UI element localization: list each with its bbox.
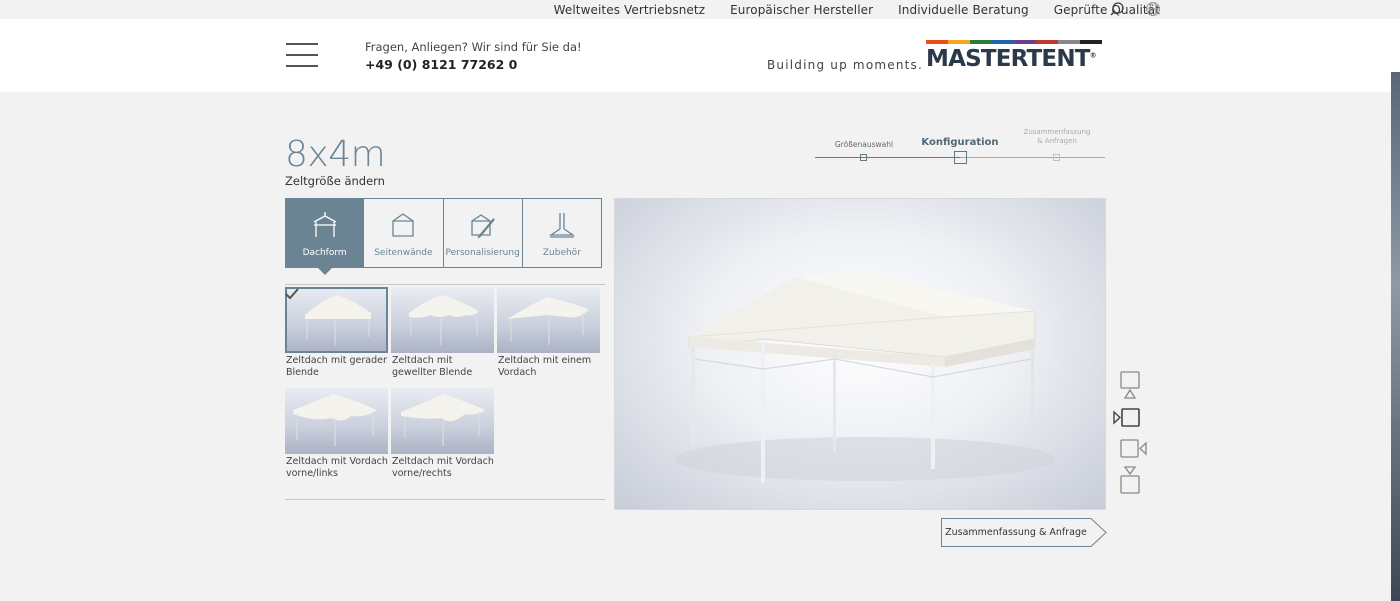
contact-question: Fragen, Anliegen? Wir sind für Sie da!	[365, 40, 582, 54]
step-summary-dot	[1053, 154, 1060, 161]
mastertent-logo[interactable]: MASTERTENT®	[926, 40, 1102, 72]
option-thumbnail	[391, 388, 494, 454]
logo-color-segment	[1014, 40, 1036, 44]
option-thumbnail	[285, 287, 388, 353]
tent-render	[675, 273, 1055, 483]
top-links: Weltweites Vertriebsnetz Europäischer He…	[529, 0, 1160, 19]
progress-steps: Größenauswahl Konfiguration Zusammenfass…	[815, 126, 1105, 166]
option-thumbnail	[497, 287, 600, 353]
view-left-icon[interactable]	[1113, 404, 1147, 434]
top-bar: Weltweites Vertriebsnetz Europäischer He…	[0, 0, 1400, 19]
tab-seitenwaende[interactable]: Seitenwände	[364, 198, 444, 268]
personalization-icon	[470, 214, 495, 239]
option-straight-valance[interactable]: Zeltdach mit gerader Blende	[285, 287, 388, 379]
step-size[interactable]: Größenauswahl	[833, 140, 895, 149]
options-divider	[285, 499, 605, 500]
header: Fragen, Anliegen? Wir sind für Sie da! +…	[0, 19, 1400, 92]
step-configuration[interactable]: Konfiguration	[920, 137, 1000, 148]
logo-color-segment	[1058, 40, 1080, 44]
option-thumbnail	[285, 388, 388, 454]
logo-text: MASTERTENT®	[926, 46, 1097, 72]
option-wavy-valance[interactable]: Zeltdach mit gewellter Blende	[391, 287, 494, 379]
tab-dachform[interactable]: Dachform	[285, 198, 365, 275]
config-tabs: Dachform Seitenwände Personalisierung Zu…	[285, 198, 602, 275]
globe-icon[interactable]	[1145, 1, 1161, 17]
logo-color-segment	[948, 40, 970, 44]
link-hersteller[interactable]: Europäischer Hersteller	[730, 3, 873, 17]
logo-color-segment	[992, 40, 1014, 44]
accessories-icon	[548, 213, 576, 238]
logo-color-segment	[970, 40, 992, 44]
background-image-edge	[1391, 72, 1400, 601]
check-icon	[285, 288, 299, 300]
link-vertriebsnetz[interactable]: Weltweites Vertriebsnetz	[554, 3, 705, 17]
step-size-dot	[860, 154, 867, 161]
side-walls-icon	[392, 213, 415, 237]
step-configuration-dot	[954, 151, 967, 164]
menu-icon[interactable]	[286, 43, 318, 69]
logo-color-segment	[1080, 40, 1102, 44]
view-back-icon[interactable]	[1113, 466, 1147, 496]
progress-line-done	[815, 157, 960, 158]
step-summary[interactable]: Zusammenfassung & Anfragen	[1015, 128, 1099, 145]
view-front-icon[interactable]	[1113, 370, 1147, 400]
tabs-divider	[285, 284, 605, 285]
option-awning-front-left[interactable]: Zeltdach mit Vordach vorne/links	[285, 388, 388, 480]
summary-request-button[interactable]: Zusammenfassung & Anfrage	[941, 518, 1107, 547]
logo-color-segment	[1036, 40, 1058, 44]
view-right-icon[interactable]	[1113, 434, 1147, 464]
tab-personalisierung[interactable]: Personalisierung	[443, 198, 523, 268]
roof-icon	[313, 212, 336, 237]
tab-zubehoer[interactable]: Zubehör	[522, 198, 602, 268]
link-beratung[interactable]: Individuelle Beratung	[898, 3, 1029, 17]
tent-size-title: 8x4m	[285, 134, 386, 175]
logo-color-bar	[926, 40, 1102, 44]
option-awning-front-right[interactable]: Zeltdach mit Vordach vorne/rechts	[391, 388, 494, 480]
slogan: Building up moments.	[767, 58, 924, 72]
search-icon[interactable]	[1109, 1, 1125, 17]
option-thumbnail	[391, 287, 494, 353]
option-one-awning[interactable]: Zeltdach mit einem Vordach	[497, 287, 600, 379]
contact-phone[interactable]: +49 (0) 8121 77262 0	[365, 57, 517, 72]
logo-color-segment	[926, 40, 948, 44]
change-size-link[interactable]: Zeltgröße ändern	[285, 174, 385, 188]
tent-preview-image[interactable]	[614, 198, 1106, 510]
